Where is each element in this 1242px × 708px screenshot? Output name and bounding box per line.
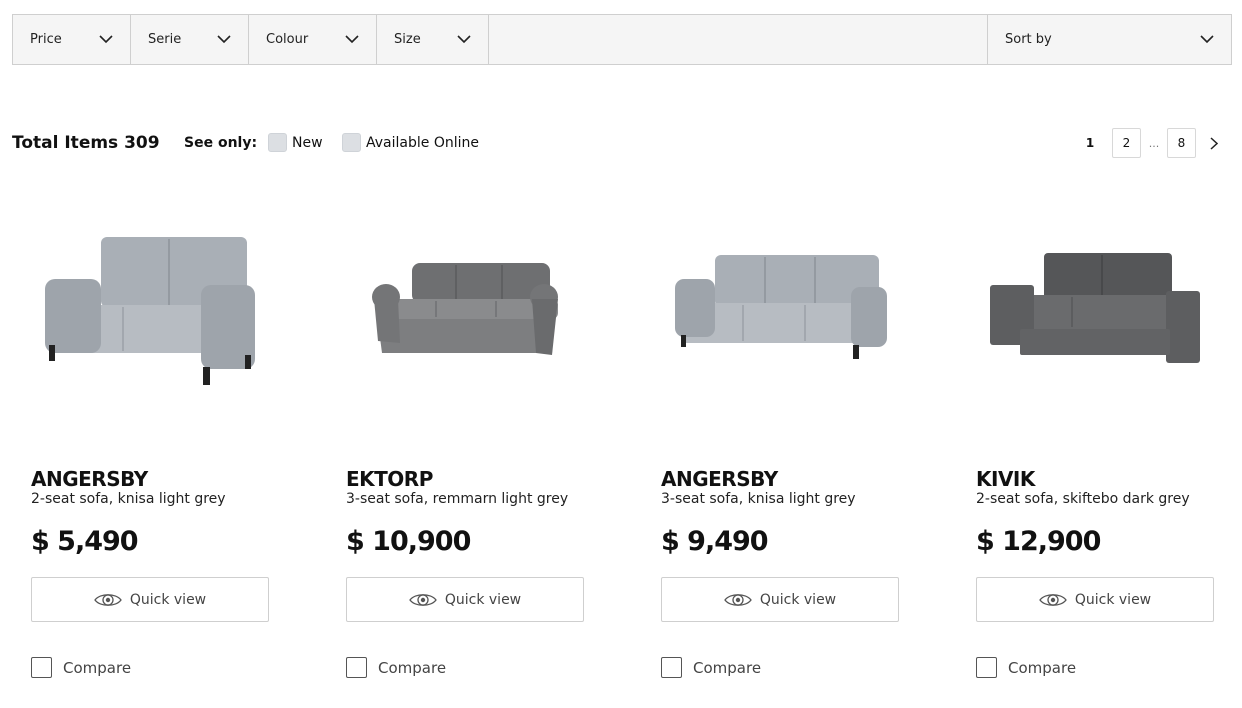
product-price: $ 12,900 — [976, 526, 1101, 557]
compare-label: Compare — [378, 658, 447, 677]
checkbox-box[interactable] — [342, 133, 361, 152]
product-image[interactable] — [346, 195, 584, 435]
filter-new-checkbox[interactable]: New — [268, 133, 323, 152]
product-description: 2-seat sofa, skiftebo dark grey — [976, 491, 1190, 507]
quick-view-label: Quick view — [1074, 591, 1152, 608]
product-image[interactable] — [976, 195, 1214, 435]
pagination: 1 2 ... 8 — [1076, 128, 1232, 158]
checkbox-box[interactable] — [31, 657, 52, 678]
filter-available-online-checkbox[interactable]: Available Online — [342, 133, 479, 152]
compare-label: Compare — [1008, 658, 1077, 677]
compare-checkbox[interactable]: Compare — [661, 657, 761, 678]
filter-size-label: Size — [394, 32, 421, 47]
filter-bar-spacer — [489, 15, 988, 64]
sofa-3-seat-image — [675, 255, 887, 359]
eye-icon — [94, 593, 122, 606]
sort-by-label: Sort by — [1005, 32, 1052, 47]
compare-checkbox[interactable]: Compare — [31, 657, 131, 678]
checkbox-box[interactable] — [661, 657, 682, 678]
checkbox-box[interactable] — [346, 657, 367, 678]
product-description: 3-seat sofa, remmarn light grey — [346, 491, 569, 507]
eye-icon — [724, 593, 752, 606]
sofa-2-seat-image — [45, 237, 255, 385]
quick-view-label: Quick view — [444, 591, 522, 608]
filter-serie-label: Serie — [148, 32, 182, 47]
filter-size-dropdown[interactable]: Size — [377, 15, 489, 64]
compare-label: Compare — [693, 658, 762, 677]
filter-bar: Price Serie Colour Size Sort by — [12, 14, 1232, 65]
chevron-down-icon — [457, 33, 471, 47]
product-name[interactable]: ANGERSBY — [31, 467, 148, 491]
checkbox-box[interactable] — [268, 133, 287, 152]
sofa-3-seat-image — [372, 263, 558, 355]
compare-label: Compare — [63, 658, 132, 677]
eye-icon — [1039, 593, 1067, 606]
quick-view-button[interactable]: Quick view — [976, 577, 1214, 622]
chevron-down-icon — [345, 33, 359, 47]
compare-checkbox[interactable]: Compare — [976, 657, 1076, 678]
filter-new-label: New — [292, 134, 323, 151]
page-2-button[interactable]: 2 — [1112, 128, 1141, 158]
filter-price-dropdown[interactable]: Price — [13, 15, 131, 64]
chevron-down-icon — [99, 33, 113, 47]
sort-by-dropdown[interactable]: Sort by — [988, 15, 1231, 64]
product-description: 3-seat sofa, knisa light grey — [661, 491, 856, 507]
product-name[interactable]: EKTORP — [346, 467, 433, 491]
see-only-label: See only: — [184, 135, 258, 151]
total-items-count: Total Items 309 — [12, 133, 160, 153]
quick-view-button[interactable]: Quick view — [31, 577, 269, 622]
filter-price-label: Price — [30, 32, 62, 47]
product-name[interactable]: ANGERSBY — [661, 467, 778, 491]
page-ellipsis: ... — [1148, 136, 1160, 150]
filter-serie-dropdown[interactable]: Serie — [131, 15, 249, 64]
chevron-down-icon — [217, 33, 231, 47]
compare-checkbox[interactable]: Compare — [346, 657, 446, 678]
chevron-down-icon — [1200, 33, 1214, 47]
product-name[interactable]: KIVIK — [976, 467, 1035, 491]
checkbox-box[interactable] — [976, 657, 997, 678]
next-page-chevron-icon[interactable] — [1196, 128, 1232, 158]
quick-view-label: Quick view — [129, 591, 207, 608]
results-toolbar: Total Items 309 See only: New Available … — [12, 128, 1232, 158]
product-image[interactable] — [661, 195, 899, 435]
product-price: $ 5,490 — [31, 526, 139, 557]
product-image[interactable] — [31, 195, 269, 435]
quick-view-button[interactable]: Quick view — [661, 577, 899, 622]
eye-icon — [409, 593, 437, 606]
sofa-2-seat-image — [990, 253, 1200, 363]
product-description: 2-seat sofa, knisa light grey — [31, 491, 226, 507]
quick-view-label: Quick view — [759, 591, 837, 608]
filter-colour-dropdown[interactable]: Colour — [249, 15, 377, 64]
product-price: $ 9,490 — [661, 526, 769, 557]
quick-view-button[interactable]: Quick view — [346, 577, 584, 622]
page-current: 1 — [1085, 136, 1095, 150]
product-price: $ 10,900 — [346, 526, 471, 557]
filter-available-online-label: Available Online — [366, 134, 479, 151]
page-last-button[interactable]: 8 — [1167, 128, 1196, 158]
filter-colour-label: Colour — [266, 32, 309, 47]
